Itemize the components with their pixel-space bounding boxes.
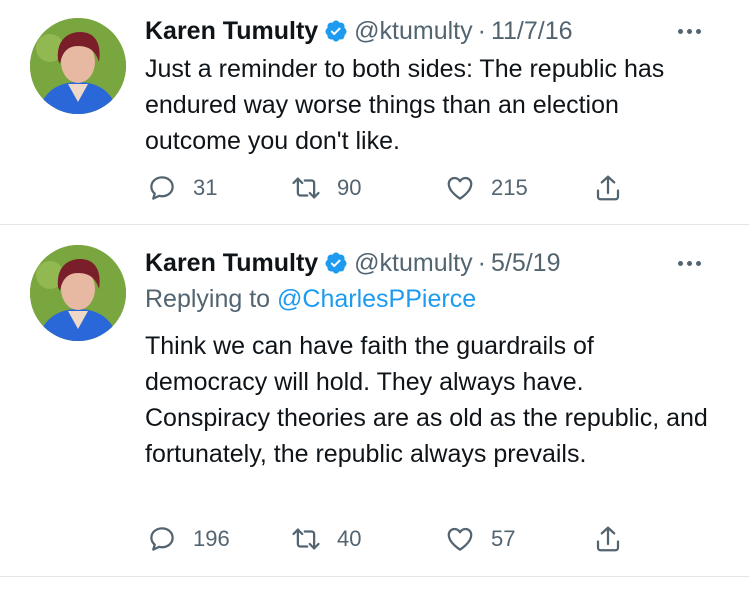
tweet-header: Karen Tumulty @ktumulty · 11/7/16 <box>145 16 739 46</box>
share-button[interactable] <box>593 170 623 206</box>
share-icon <box>596 175 620 201</box>
replying-to-label: Replying to <box>145 285 278 313</box>
reply-count: 31 <box>193 175 218 200</box>
author-name[interactable]: Karen Tumulty <box>145 249 318 278</box>
share-icon <box>596 526 620 552</box>
replying-to: Replying to @CharlesPPierce <box>145 285 476 314</box>
author-handle[interactable]: @ktumulty <box>354 17 472 46</box>
reply-bubble-icon <box>150 527 174 551</box>
retweet-count: 40 <box>337 526 362 551</box>
retweet-icon <box>292 177 320 199</box>
more-dots-icon[interactable] <box>678 248 701 278</box>
heart-icon <box>447 527 473 551</box>
author-name[interactable]: Karen Tumulty <box>145 17 318 46</box>
replying-to-mention[interactable]: @CharlesPPierce <box>277 285 476 313</box>
retweet-count: 90 <box>337 175 362 200</box>
retweet-icon <box>292 528 320 550</box>
like-count: 57 <box>491 526 516 551</box>
avatar[interactable] <box>30 245 126 341</box>
retweet-button[interactable]: 90 <box>291 170 361 206</box>
tweet-header: Karen Tumulty @ktumulty · 5/5/19 <box>145 248 739 278</box>
author-handle[interactable]: @ktumulty <box>354 249 472 278</box>
action-bar: 31 90 215 <box>145 170 645 206</box>
action-bar: 196 40 57 <box>145 521 645 557</box>
avatar[interactable] <box>30 18 126 114</box>
verified-badge-icon <box>325 252 347 274</box>
reply-count: 196 <box>193 526 230 551</box>
separator-dot: · <box>477 248 486 277</box>
share-button[interactable] <box>593 521 623 557</box>
separator-dot: · <box>477 16 486 45</box>
reply-button[interactable]: 31 <box>147 170 217 206</box>
like-count: 215 <box>491 175 528 200</box>
like-button[interactable]: 215 <box>445 170 528 206</box>
tweet-date[interactable]: 5/5/19 <box>491 249 561 278</box>
heart-icon <box>447 176 473 200</box>
more-dots-icon[interactable] <box>678 16 701 46</box>
verified-badge-icon <box>325 20 347 42</box>
like-button[interactable]: 57 <box>445 521 515 557</box>
reply-bubble-icon <box>150 176 174 200</box>
reply-button[interactable]: 196 <box>147 521 230 557</box>
tweet-date[interactable]: 11/7/16 <box>491 17 573 46</box>
tweet-text: Think we can have faith the guardrails o… <box>145 332 708 468</box>
tweet-text: Just a reminder to both sides: The repub… <box>145 55 665 155</box>
tweet[interactable]: Karen Tumulty @ktumulty · 11/7/16 Just a… <box>0 0 749 225</box>
retweet-button[interactable]: 40 <box>291 521 361 557</box>
